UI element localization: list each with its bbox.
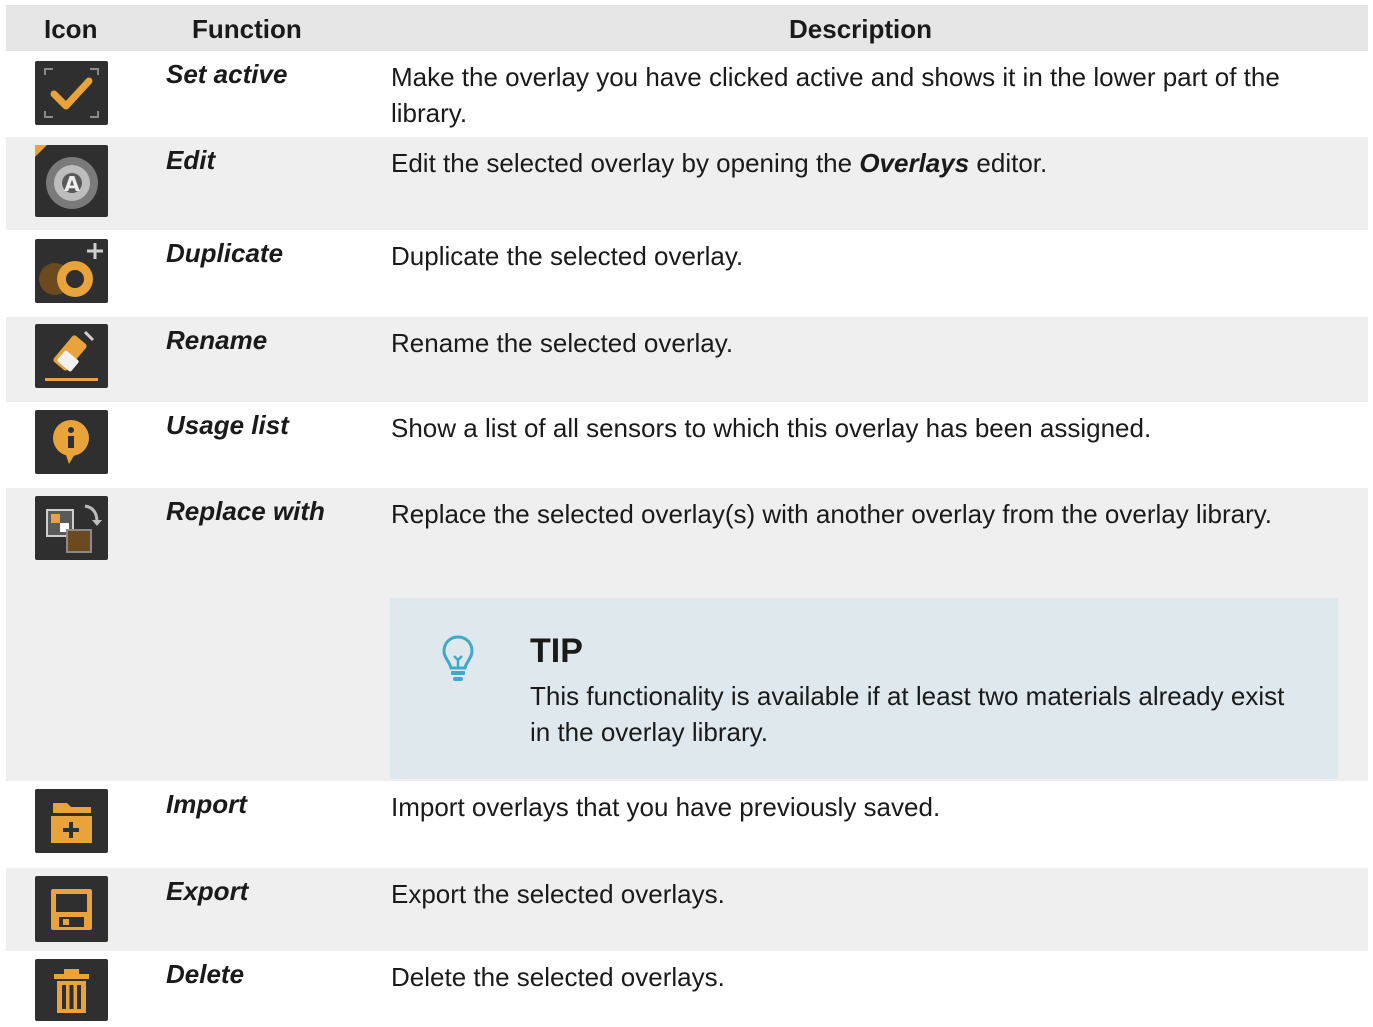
svg-text:A: A	[64, 172, 80, 196]
function-label: Rename	[166, 325, 268, 355]
function-label: Import	[166, 789, 247, 819]
function-label: Export	[166, 876, 249, 906]
export-icon	[35, 876, 108, 942]
table-row: Duplicate Duplicate the selected overlay…	[6, 230, 1368, 317]
header-icon: Icon	[44, 14, 98, 44]
import-icon	[35, 789, 108, 853]
table-row: Usage list Show a list of all sensors to…	[6, 402, 1368, 488]
table-row: A Edit Edit the selected overlay by open…	[6, 137, 1368, 230]
description-text: Replace the selected overlay(s) with ano…	[391, 499, 1273, 529]
description-text: Delete the selected overlays.	[391, 962, 725, 992]
tip-text: This functionality is available if at le…	[530, 681, 1285, 747]
function-label: Usage list	[166, 410, 289, 440]
duplicate-icon	[35, 239, 108, 303]
function-label: Replace with	[166, 496, 325, 526]
description-text: Export the selected overlays.	[391, 879, 725, 909]
header-description: Description	[789, 14, 933, 44]
table-row: Delete Delete the selected overlays.	[6, 951, 1368, 1027]
lightbulb-icon	[440, 634, 476, 687]
delete-icon	[35, 959, 108, 1021]
function-label: Duplicate	[166, 238, 284, 268]
function-table: Icon Function Description Set active Mak…	[6, 5, 1368, 1027]
description-text: Rename the selected overlay.	[391, 328, 734, 358]
description-text: Edit the selected overlay by opening the…	[391, 148, 1048, 178]
tip-box: TIP This functionality is available if a…	[390, 598, 1338, 779]
replace-with-icon	[35, 496, 108, 560]
description-text: Import overlays that you have previously…	[391, 792, 941, 822]
usage-list-icon	[35, 410, 108, 474]
table-row: Rename Rename the selected overlay.	[6, 317, 1368, 402]
rename-icon	[35, 324, 108, 388]
edit-icon: A	[35, 145, 108, 217]
table-row: Set active Make the overlay you have cli…	[6, 51, 1368, 137]
description-text: Duplicate the selected overlay.	[391, 241, 744, 271]
function-label: Edit	[166, 145, 216, 175]
function-label: Delete	[166, 959, 245, 989]
function-label: Set active	[166, 59, 288, 89]
table-row: Export Export the selected overlays.	[6, 868, 1368, 951]
description-text: Make the overlay you have clicked active…	[391, 62, 1280, 128]
table-header: Icon Function Description	[6, 5, 1368, 51]
header-function: Function	[192, 14, 302, 44]
tip-title: TIP	[530, 632, 583, 670]
table-row: Replace with Replace the selected overla…	[6, 488, 1368, 781]
set-active-icon	[35, 61, 108, 125]
description-text: Show a list of all sensors to which this…	[391, 413, 1152, 443]
table-row: Import Import overlays that you have pre…	[6, 781, 1368, 868]
